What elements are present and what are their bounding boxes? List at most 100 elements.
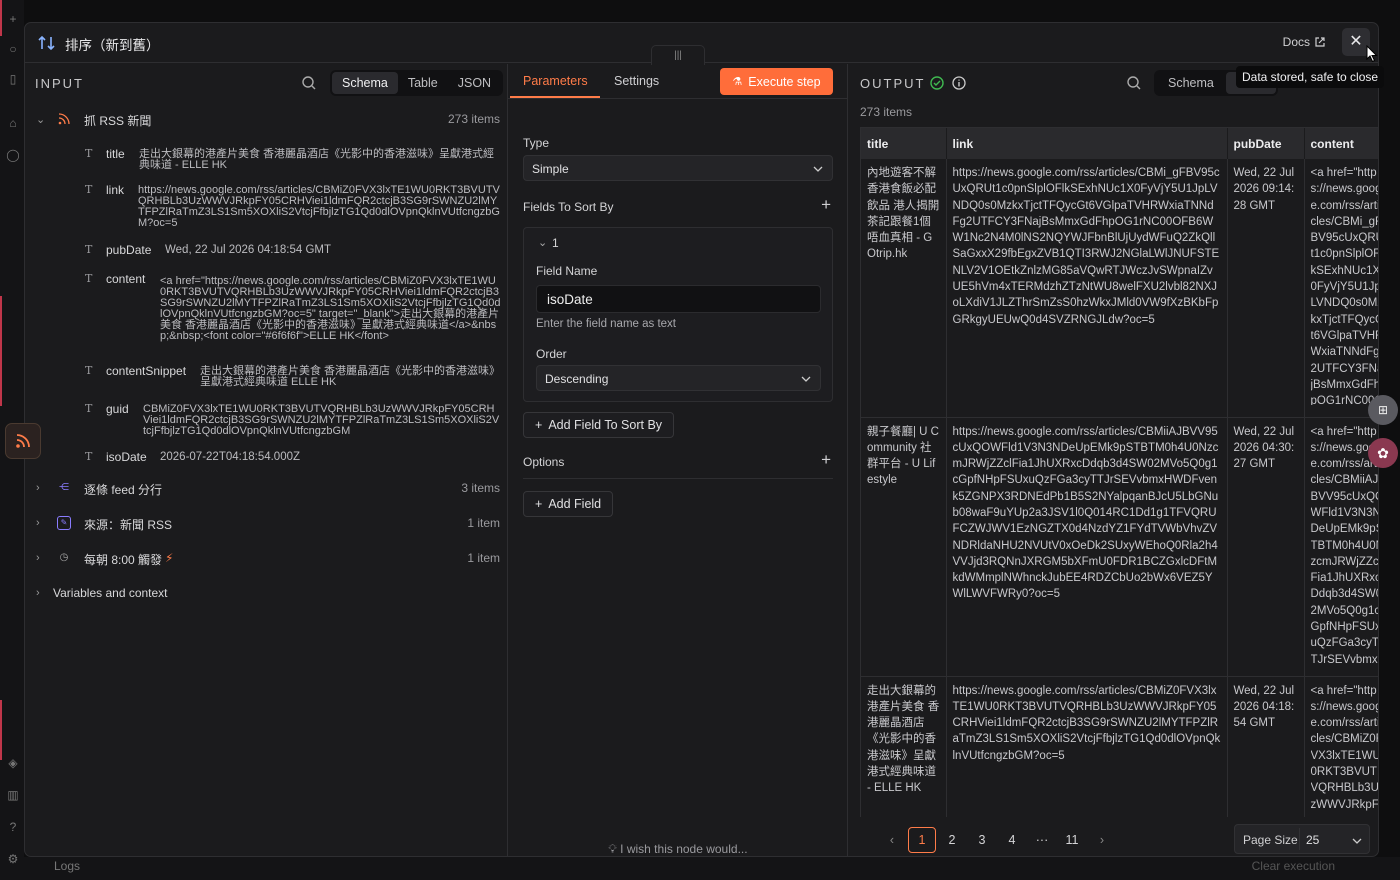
page-button[interactable]: 2 (938, 827, 966, 853)
plus-icon[interactable]: + (6, 12, 20, 26)
page-size-select[interactable]: Page Size 25 (1234, 824, 1370, 854)
prev-page-button[interactable]: ‹ (878, 827, 906, 853)
input-view-table[interactable]: Table (398, 72, 448, 94)
search-icon[interactable]: ○ (6, 42, 20, 56)
schema-field-isodate[interactable]: T isoDate 2026-07-22T04:18:54.000Z (85, 450, 501, 470)
success-check-icon (930, 76, 944, 90)
floating-widget-assistant[interactable]: ✿ (1368, 438, 1398, 468)
table-cell[interactable]: 內地遊客不解香港食飯必配飲品 港人揭開茶記跟餐1個唔血真相 - GOtrip.h… (861, 159, 947, 418)
table-cell[interactable]: Wed, 22 Jul 2026 04:18:54 GMT (1227, 676, 1305, 817)
table-cell[interactable]: <a href="https://news.google.com/rss/art… (1304, 159, 1378, 418)
page-size-value-box[interactable]: 25 (1299, 828, 1369, 850)
execute-step-button[interactable]: ⚗ Execute step (720, 68, 833, 95)
plus-icon: + (535, 497, 543, 511)
clear-execution-button[interactable]: Clear execution (1252, 859, 1335, 873)
page-button[interactable]: 3 (968, 827, 996, 853)
schema-field-title[interactable]: T title 走出大銀幕的港產片美食 香港麗晶酒店《光影中的香港滋味》呈獻港式… (85, 147, 501, 177)
output-items-count: 273 items (860, 105, 913, 119)
sort-field-index: 1 (552, 236, 559, 250)
feedback-link[interactable]: 💡︎ I wish this node would... (508, 842, 848, 856)
add-sort-field-plus-icon[interactable]: + (821, 195, 831, 215)
page-button[interactable]: 1 (908, 827, 936, 853)
search-icon[interactable] (1126, 75, 1142, 91)
add-option-plus-icon[interactable]: + (821, 450, 831, 470)
output-panel: OUTPUT Schema Table 273 items title link… (848, 64, 1378, 856)
tree-node-count: 273 items (447, 112, 500, 126)
table-cell[interactable]: https://news.google.com/rss/articles/CBM… (946, 676, 1228, 817)
table-cell[interactable]: Wed, 22 Jul 2026 04:30:27 GMT (1227, 417, 1305, 677)
type-select[interactable]: Simple (523, 155, 833, 181)
home-icon[interactable]: ⌂ (6, 116, 20, 130)
plus-icon: + (535, 418, 543, 432)
tree-node-schedule[interactable]: › ◷ 每朝 8:00 觸發 ⚡ 1 item (25, 549, 508, 571)
page-ellipsis[interactable]: ··· (1028, 827, 1056, 853)
info-icon[interactable] (952, 76, 966, 90)
type-select-value: Simple (532, 162, 569, 176)
text-type-icon: T (85, 402, 93, 415)
input-view-json[interactable]: JSON (448, 72, 501, 94)
tree-node-label: 逐條 feed 分行 (84, 483, 163, 497)
options-label: Options (523, 455, 565, 469)
chevron-down-icon (801, 376, 811, 382)
sort-icon (38, 35, 55, 51)
page-size-label: Page Size (1243, 833, 1298, 847)
chart-icon[interactable]: ▥ (6, 788, 20, 802)
chevron-right-icon: › (36, 552, 40, 564)
tree-node-count: 3 items (461, 481, 500, 495)
tab-parameters[interactable]: Parameters (523, 74, 588, 88)
tree-node-split[interactable]: › ⋲ 逐條 feed 分行 3 items (25, 479, 508, 501)
chevron-right-icon: › (36, 517, 40, 529)
next-page-button[interactable]: › (1088, 827, 1116, 853)
panel-icon[interactable]: ▯ (6, 72, 20, 86)
table-cell[interactable]: 親子餐廳| U Community 社群平台 - U Lifestyle (861, 417, 947, 677)
layers-icon[interactable]: ◈ (6, 756, 20, 770)
page-button[interactable]: 4 (998, 827, 1026, 853)
column-header-title[interactable]: title (861, 128, 947, 159)
text-type-icon: T (85, 272, 93, 285)
schema-field-pubdate[interactable]: T pubDate Wed, 22 Jul 2026 04:18:54 GMT (85, 243, 501, 263)
chevron-right-icon: › (36, 482, 40, 494)
assistant-icon: ✿ (1377, 445, 1389, 461)
chevron-down-icon[interactable]: ⌄ (538, 236, 547, 249)
field-name: contentSnippet (106, 364, 187, 378)
panel-drag-handle[interactable]: ||| (651, 45, 705, 65)
tree-node-rss[interactable]: ⌄ 抓 RSS 新聞 273 items (25, 110, 508, 132)
logs-label[interactable]: Logs (54, 859, 80, 873)
table-cell[interactable]: <a href="https://news.google.com/rss/art… (1304, 676, 1378, 817)
variables-context-toggle[interactable]: › Variables and context (25, 584, 508, 606)
search-icon[interactable] (301, 75, 317, 91)
add-field-to-sort-by-button[interactable]: + Add Field To Sort By (523, 412, 675, 438)
schema-field-content[interactable]: T content <a href="https://news.google.c… (85, 272, 501, 362)
table-header-row: title link pubDate content (861, 128, 1378, 159)
field-value: <a href="https://news.google.com/rss/art… (160, 275, 501, 342)
column-header-pubdate[interactable]: pubDate (1227, 128, 1305, 159)
node-modal: 排序（新到舊） Docs ✕ INPUT Schema Table JSON ⌄… (24, 22, 1379, 857)
floating-widget-translate[interactable]: ⊞ (1368, 395, 1398, 425)
tree-node-count: 1 item (467, 551, 500, 565)
input-view-schema[interactable]: Schema (332, 72, 398, 94)
lightbulb-icon: 💡︎ (608, 842, 617, 856)
tab-settings[interactable]: Settings (614, 74, 659, 88)
schema-field-link[interactable]: T link https://news.google.com/rss/artic… (85, 183, 501, 241)
table-cell[interactable]: https://news.google.com/rss/articles/CBM… (946, 159, 1228, 418)
page-button[interactable]: 11 (1058, 827, 1086, 853)
add-field-button[interactable]: + Add Field (523, 491, 614, 517)
table-cell[interactable]: 走出大銀幕的港產片美食 香港麗晶酒店《光影中的香港滋味》呈獻港式經典味道 - E… (861, 676, 947, 817)
column-header-link[interactable]: link (946, 128, 1228, 159)
tree-node-source[interactable]: › ✎ 來源：新聞 RSS 1 item (25, 514, 508, 536)
rss-node-button[interactable] (5, 423, 41, 459)
schema-field-guid[interactable]: T guid CBMiZ0FVX3lxTE1WU0RKT3BVUTVQRHBLb… (85, 402, 501, 442)
table-cell[interactable]: https://news.google.com/rss/articles/CBM… (946, 417, 1228, 677)
background-edge-mark (0, 0, 2, 36)
output-view-schema[interactable]: Schema (1156, 72, 1226, 94)
table-cell[interactable]: Wed, 22 Jul 2026 09:14:28 GMT (1227, 159, 1305, 418)
field-name-input[interactable] (536, 285, 821, 313)
settings-icon[interactable]: ⚙ (6, 852, 20, 866)
help-icon[interactable]: ? (6, 820, 20, 834)
docs-link[interactable]: Docs (1283, 35, 1326, 49)
user-icon[interactable]: ◯ (6, 148, 20, 162)
order-select[interactable]: Descending (536, 365, 821, 391)
input-panel: INPUT Schema Table JSON ⌄ 抓 RSS 新聞 273 i… (25, 64, 508, 856)
schema-field-contentsnippet[interactable]: T contentSnippet 走出大銀幕的港產片美食 香港麗晶酒店《光影中的… (85, 364, 501, 394)
column-header-content[interactable]: content (1304, 128, 1378, 159)
